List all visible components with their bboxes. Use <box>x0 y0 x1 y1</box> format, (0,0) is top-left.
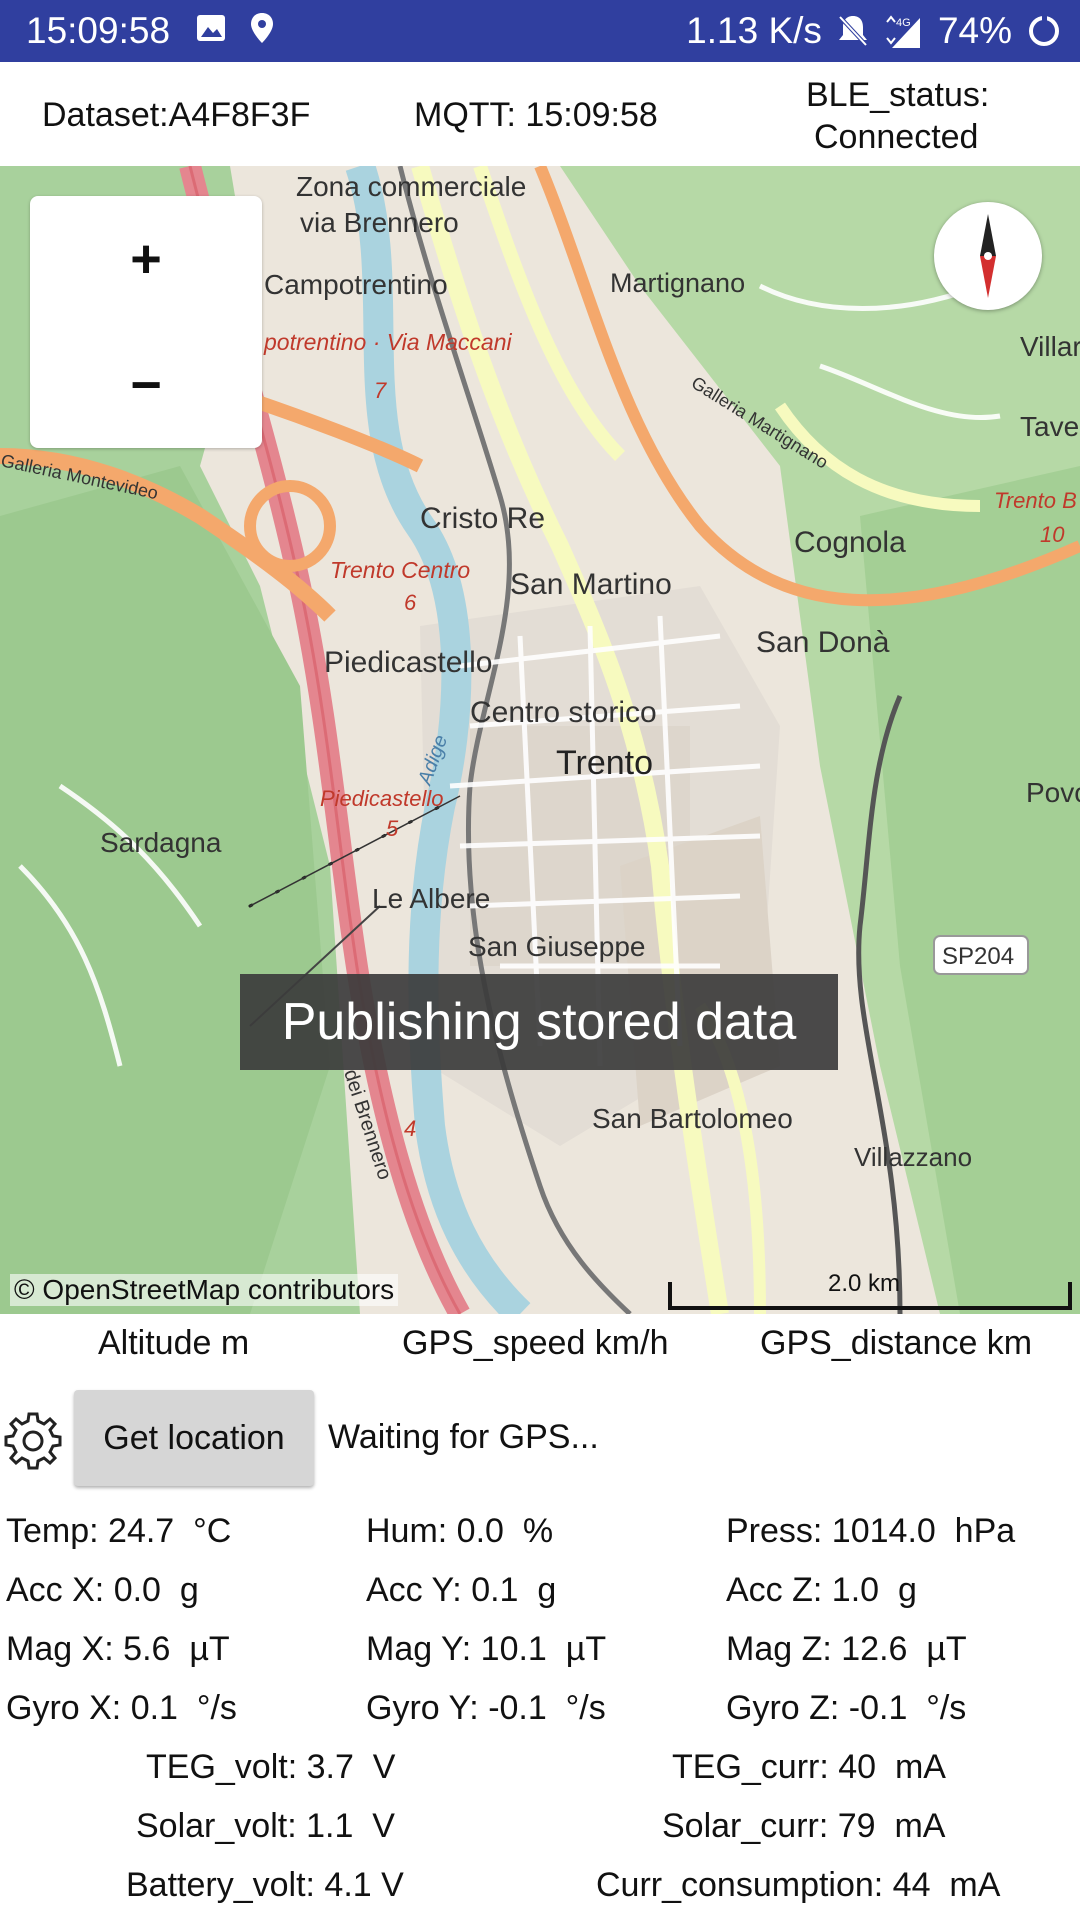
gyro-y-value: Gyro Y: -0.1 °/s <box>366 1689 606 1727</box>
ble-status-value: Connected <box>814 118 979 156</box>
controls-row: Get location Waiting for GPS... <box>0 1388 1080 1488</box>
map-label-maccani: potrentino · Via Maccani <box>263 329 512 355</box>
map-scale-label: 2.0 km <box>828 1270 901 1297</box>
ble-status-label: BLE_status: <box>806 76 990 114</box>
info-bar: Dataset:A4F8F3F MQTT: 15:09:58 BLE_statu… <box>0 62 1080 166</box>
map-label-cognola: Cognola <box>794 526 906 559</box>
acc-z-value: Acc Z: 1.0 g <box>726 1571 917 1609</box>
status-bar: 15:09:58 1.13 K/s 4G 74% <box>0 0 1080 62</box>
mute-icon <box>838 15 868 47</box>
map-label-tave: Tave <box>1020 411 1079 442</box>
press-value: Press: 1014.0 hPa <box>726 1512 1016 1550</box>
zoom-controls: + − <box>30 196 262 448</box>
image-icon <box>197 15 225 41</box>
map-label-san-martino: San Martino <box>510 568 672 601</box>
compass-icon <box>980 214 996 298</box>
map-label-trento: Trento <box>556 744 653 782</box>
map-label-sardagna: Sardagna <box>100 827 222 858</box>
gps-header-row: Altitude m GPS_speed km/h GPS_distance k… <box>0 1316 1080 1380</box>
map-label-villazzano: Villazzano <box>854 1142 972 1172</box>
map-label-san-dona: San Donà <box>756 626 890 659</box>
map-label-villar: Villar <box>1020 331 1080 362</box>
gps-status-text: Waiting for GPS... <box>328 1418 599 1456</box>
map-label-piedicastello-exit: Piedicastello <box>320 786 444 811</box>
map-label-num-4: 4 <box>404 1116 416 1141</box>
map-label-num-10: 10 <box>1040 522 1065 547</box>
teg-curr-value: TEG_curr: 40 mA <box>672 1748 946 1786</box>
gear-icon[interactable] <box>2 1410 64 1472</box>
map-label-povo: Povo <box>1026 777 1080 808</box>
solar-volt-value: Solar_volt: 1.1 V <box>136 1807 395 1845</box>
map-view[interactable]: Zona commerciale via Brennero Campotrent… <box>0 166 1080 1314</box>
curr-consumption-value: Curr_consumption: 44 mA <box>596 1866 1001 1904</box>
temp-value: Temp: 24.7 °C <box>6 1512 232 1550</box>
map-label-brennero: via Brennero <box>300 207 459 238</box>
map-attribution[interactable]: © OpenStreetMap contributors <box>10 1274 399 1306</box>
acc-y-value: Acc Y: 0.1 g <box>366 1571 557 1609</box>
map-label-centro-storico: Centro storico <box>470 696 657 729</box>
map-label-san-giuseppe: San Giuseppe <box>468 931 645 962</box>
map-scale-bar: 2.0 km <box>668 1270 1072 1310</box>
svg-text:4G: 4G <box>896 17 911 29</box>
gyro-z-value: Gyro Z: -0.1 °/s <box>726 1689 967 1727</box>
map-label-trento-centro: Trento Centro <box>330 557 470 583</box>
get-location-button[interactable]: Get location <box>74 1390 314 1486</box>
map-label-sp204: SP204 <box>942 943 1014 970</box>
gps-distance-label: GPS_distance km <box>760 1324 1033 1362</box>
altitude-label: Altitude m <box>98 1324 250 1362</box>
map-label-num-7: 7 <box>374 378 387 403</box>
map-label-trento-b: Trento B <box>994 488 1077 513</box>
dataset-label: Dataset:A4F8F3F <box>42 96 311 134</box>
map-label-campotrentino: Campotrentino <box>264 269 448 300</box>
mqtt-label: MQTT: 15:09:58 <box>414 96 658 134</box>
network-speed: 1.13 K/s <box>686 10 822 51</box>
map-label-san-bartolomeo: San Bartolomeo <box>592 1103 793 1134</box>
battery-ring-icon <box>1029 16 1059 46</box>
signal-4g-icon: 4G <box>886 15 920 48</box>
map-label-martignano: Martignano <box>610 268 745 298</box>
solar-curr-value: Solar_curr: 79 mA <box>662 1807 946 1845</box>
battery-volt-value: Battery_volt: 4.1 V <box>126 1866 404 1904</box>
mag-x-value: Mag X: 5.6 µT <box>6 1630 230 1668</box>
map-label-cristo-re: Cristo Re <box>420 502 545 535</box>
map-label-le-albere: Le Albere <box>372 883 490 914</box>
teg-volt-value: TEG_volt: 3.7 V <box>146 1748 396 1786</box>
toast-message: Publishing stored data <box>240 974 838 1070</box>
hum-value: Hum: 0.0 % <box>366 1512 554 1550</box>
map-label-zona: Zona commerciale <box>296 171 526 202</box>
status-time: 15:09:58 <box>26 10 171 51</box>
gps-speed-label: GPS_speed km/h <box>402 1324 669 1362</box>
gyro-x-value: Gyro X: 0.1 °/s <box>6 1689 237 1727</box>
map-label-num-6: 6 <box>404 590 417 615</box>
location-pin-icon <box>251 13 273 43</box>
acc-x-value: Acc X: 0.0 g <box>6 1571 199 1609</box>
compass-button[interactable] <box>934 202 1042 310</box>
battery-percent: 74% <box>937 10 1012 51</box>
mag-z-value: Mag Z: 12.6 µT <box>726 1630 967 1668</box>
mag-y-value: Mag Y: 10.1 µT <box>366 1630 607 1668</box>
zoom-out-button[interactable]: − <box>30 322 262 448</box>
zoom-in-button[interactable]: + <box>30 196 262 322</box>
map-label-num-5: 5 <box>386 816 399 841</box>
map-label-piedicastello: Piedicastello <box>324 646 492 679</box>
